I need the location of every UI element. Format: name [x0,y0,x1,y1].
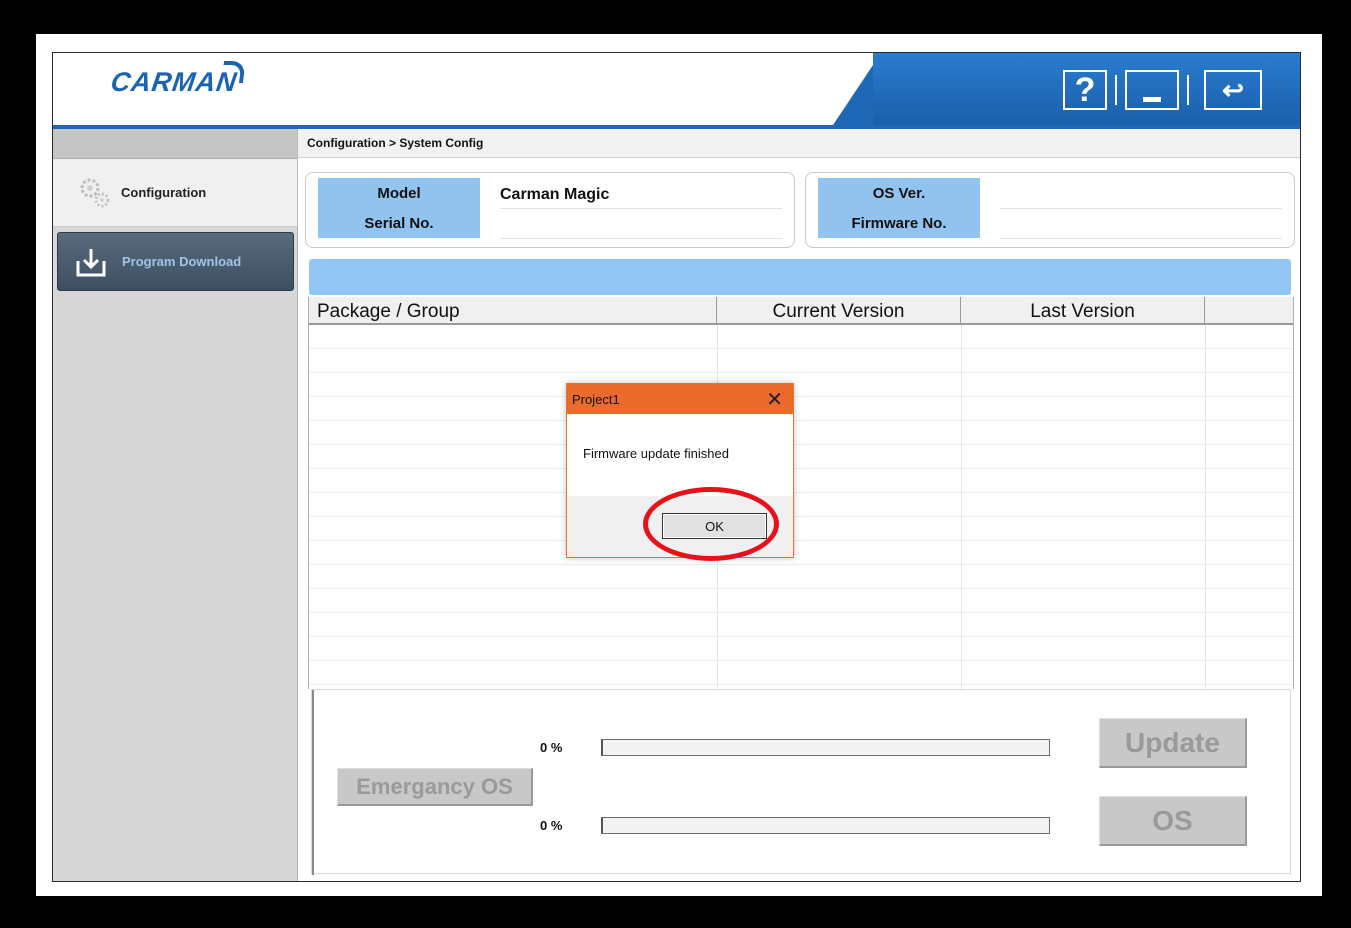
table-row[interactable] [309,445,1293,469]
divider [1187,75,1189,105]
table-row[interactable] [309,589,1293,613]
table-row[interactable] [309,349,1293,373]
firmware-value [1000,208,1282,239]
main-panel: Configuration > System Config Model Carm… [298,129,1300,881]
sidebar-item-program-download[interactable]: Program Download [57,232,294,291]
column-header-package[interactable]: Package / Group [309,297,717,323]
message-dialog: Project1 ✕ Firmware update finished OK [566,383,794,558]
help-icon: ? [1074,70,1096,109]
close-icon[interactable]: ✕ [766,386,783,414]
table-row[interactable] [309,373,1293,397]
download-tray-icon [74,245,108,279]
version-info-box: OS Ver. Firmware No. [805,172,1295,248]
help-button[interactable]: ? [1063,70,1107,110]
carman-logo: CARMAN [108,61,247,98]
divider [1115,75,1117,105]
column-header-extra [1205,297,1293,323]
logo-text: CARMAN [108,67,240,97]
sidebar-header [53,129,297,159]
table-row[interactable] [309,397,1293,421]
panel-edge [312,690,314,875]
dialog-titlebar[interactable]: Project1 ✕ [567,384,793,414]
status-strip [309,259,1291,295]
gears-icon [77,175,113,211]
table-row[interactable] [309,493,1293,517]
update-progress-percent: 0 % [540,740,563,755]
os-button[interactable]: OS [1099,796,1247,846]
update-progress-bar [601,739,1050,756]
table-row[interactable] [309,325,1293,349]
package-table[interactable]: Package / Group Current Version Last Ver… [308,297,1294,689]
serial-label: Serial No. [318,208,480,238]
dialog-message: Firmware update finished [583,446,729,461]
table-row[interactable] [309,661,1293,685]
column-header-last-version[interactable]: Last Version [961,297,1205,323]
table-row[interactable] [309,517,1293,541]
model-value: Carman Magic [500,178,782,209]
back-arrow-icon: ↩ [1222,74,1244,105]
os-progress-bar [601,817,1050,834]
breadcrumb: Configuration > System Config [298,129,1300,158]
table-header: Package / Group Current Version Last Ver… [309,297,1293,325]
table-row[interactable] [309,421,1293,445]
back-button[interactable]: ↩ [1204,70,1262,110]
firmware-label: Firmware No. [818,208,980,238]
serial-value [500,208,782,239]
dialog-title: Project1 [572,392,620,407]
ok-button[interactable]: OK [662,513,767,539]
device-info-box: Model Carman Magic Serial No. [305,172,795,248]
os-version-label: OS Ver. [818,178,980,208]
table-row[interactable] [309,565,1293,589]
update-button[interactable]: Update [1099,718,1247,768]
table-row[interactable] [309,469,1293,493]
sidebar: Configuration Program Download [53,129,298,881]
minimize-icon [1143,96,1161,102]
table-row[interactable] [309,613,1293,637]
sidebar-item-configuration[interactable]: Configuration [53,159,297,227]
dialog-footer: OK [567,496,793,557]
column-header-current-version[interactable]: Current Version [717,297,961,323]
emergency-os-button[interactable]: Emergancy OS [337,768,533,806]
app-header: CARMAN ? ↩ [53,53,1300,129]
sidebar-item-label: Configuration [121,185,207,200]
logo-swoosh-icon [220,61,247,83]
os-progress-percent: 0 % [540,818,563,833]
os-version-value [1000,178,1282,209]
table-row[interactable] [309,637,1293,661]
sidebar-item-label: Program Download [122,254,242,269]
minimize-button[interactable] [1125,70,1179,110]
update-panel: 0 % 0 % Emergancy OS Update OS [311,689,1291,875]
model-label: Model [318,178,480,208]
table-row[interactable] [309,541,1293,565]
